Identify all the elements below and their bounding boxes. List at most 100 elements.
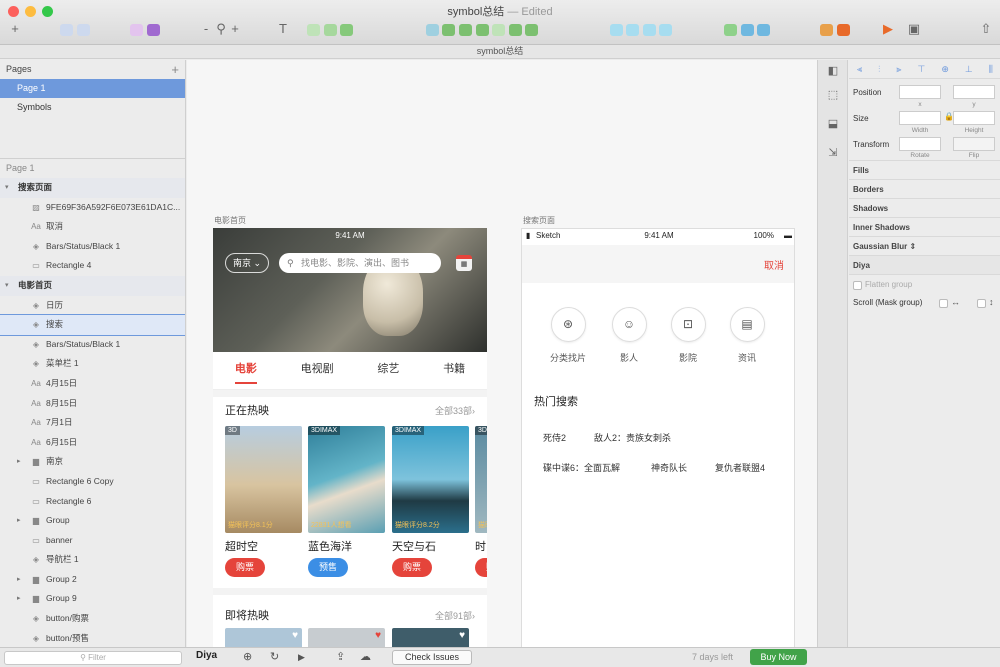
check-issues-button[interactable]: Check Issues [392,650,472,665]
artboard-label-search[interactable]: 搜索页面 [523,215,555,226]
disclosure-open-icon[interactable]: ▾ [5,178,9,198]
align-center-icon[interactable]: ⫶ [878,64,880,75]
play-icon[interactable]: ▶ [298,652,305,663]
flatten-group-checkbox[interactable] [853,281,862,290]
layer-group-row[interactable]: ▾ 搜索页面 [0,178,185,198]
artboard-label-home[interactable]: 电影首页 [214,215,246,226]
hot-keyword[interactable]: 复仇者联盟4 [715,461,765,474]
layer-row[interactable]: ◈ button/购票 [0,609,185,629]
export-tools[interactable] [716,21,778,37]
shadows-section[interactable]: Shadows [849,199,1000,218]
prototype-icon[interactable]: ⬓ [824,115,842,133]
layer-row[interactable]: ▭ Rectangle 6 Copy [0,472,185,492]
movie-card[interactable]: 3DIMAX 22831人想看 蓝色海洋 预售 [308,426,385,577]
zoom-in-button[interactable]: + [231,21,239,37]
play-icon[interactable]: ▶ [880,21,896,37]
export-icon[interactable]: ⇪ [336,650,345,663]
city-selector[interactable]: 南京 ⌄ [225,253,269,273]
text-tool-button[interactable]: T [276,21,290,37]
heart-icon[interactable]: ♥ [459,630,465,641]
distribute-icon[interactable]: ⫼ [989,64,993,75]
rotate-input[interactable] [899,137,941,151]
add-circle-icon[interactable]: ⊕ [243,650,252,663]
movie-card[interactable]: 3D 猫眼评分8.1分 超时空 购票 [225,426,302,577]
layer-row[interactable]: ▭ Rectangle 4 [0,256,185,276]
symbol-button[interactable] [125,21,165,37]
coming-poster[interactable]: ♥ [225,628,302,647]
buy-ticket-button[interactable]: 购票 [225,558,265,577]
insert-button[interactable]: + [6,21,24,37]
hot-keyword[interactable]: 神奇队长 [651,461,687,474]
tab-variety[interactable]: 综艺 [377,352,399,390]
coming-soon-more-link[interactable]: 全部91部› [435,609,475,622]
tab-movie[interactable]: 电影 [234,352,257,390]
filter-input[interactable]: ⚲ Filter [4,651,182,665]
y-input[interactable] [953,85,995,99]
align-right-icon[interactable]: ⫸ [896,64,901,75]
tab-books[interactable]: 书籍 [443,352,465,390]
boolean-tools[interactable] [392,21,572,37]
x-input[interactable] [899,85,941,99]
add-page-button[interactable]: + [171,60,179,79]
layer-row[interactable]: Aa 取消 [0,217,185,237]
heart-icon[interactable]: ♥ [375,630,381,641]
category-film-finder[interactable]: ⊛ 分类找片 [542,307,594,364]
refresh-icon[interactable]: ↻ [270,650,279,663]
resize-icon[interactable]: ⬚ [824,86,842,104]
layer-row[interactable]: ◈ 搜索 [0,314,185,336]
align-middle-icon[interactable]: ⊕ [941,64,949,75]
borders-section[interactable]: Borders [849,180,1000,199]
disclosure-closed-icon[interactable]: ▸ [17,452,21,472]
layer-row[interactable]: ▭ banner [0,531,185,551]
align-left-icon[interactable]: ⫷ [857,64,862,75]
width-input[interactable] [899,111,941,125]
group-ungroup-button[interactable] [55,21,95,37]
buy-ticket-button[interactable]: 购票 [392,558,432,577]
layer-row[interactable]: ▸ ▆ Group 2 [0,570,185,590]
tab-tv[interactable]: 电视剧 [301,352,334,390]
hot-keyword[interactable]: 死侍2 [543,431,566,444]
layer-group-row[interactable]: ▾ 电影首页 [0,275,185,296]
style-tab-icon[interactable]: ◧ [824,62,842,80]
export-icon[interactable]: ⇲ [824,144,842,162]
hot-keyword[interactable]: 敌人2：贵族女刺杀 [594,431,671,444]
disclosure-closed-icon[interactable]: ▸ [17,570,21,590]
arrange-tools[interactable] [596,21,686,37]
height-input[interactable] [953,111,995,125]
page-item-page1[interactable]: Page 1 [0,79,185,98]
layer-row[interactable]: ◈ button/预售 [0,629,185,647]
coming-poster[interactable]: ♥ [308,628,385,647]
search-input[interactable]: ⚲ 找电影、影院、演出、图书 [279,253,441,273]
view-menu-icon[interactable]: ▣ [903,21,925,37]
cloud-icon[interactable]: ☁ [360,650,371,663]
buy-ticket-button[interactable]: 购票 [475,558,487,577]
buy-now-button[interactable]: Buy Now [750,649,807,665]
page-item-symbols[interactable]: Symbols [0,98,185,117]
layer-row[interactable]: ▸ ▆ Group 9 [0,589,185,609]
scroll-vertical-checkbox[interactable] [977,299,986,308]
now-showing-more-link[interactable]: 全部33部› [435,404,475,417]
layer-row[interactable]: ▸ ▆ Group [0,511,185,531]
layer-row[interactable]: ◈ Bars/Status/Black 1 [0,335,185,355]
inner-shadows-section[interactable]: Inner Shadows [849,218,1000,237]
plugin-tools[interactable] [810,21,860,37]
layer-row[interactable]: ▨ 9FE69F36A592F6E073E61DA1C... [0,198,185,218]
calendar-icon[interactable]: ▦ [456,255,472,271]
category-cinema[interactable]: ⊡ 影院 [662,307,714,364]
heart-icon[interactable]: ♥ [292,630,298,641]
layer-row[interactable]: ▸ ▆ 南京 [0,452,185,472]
layer-row[interactable]: ◈ 菜单栏 1 [0,354,185,374]
layer-row[interactable]: ◈ 导航栏 1 [0,550,185,570]
disclosure-closed-icon[interactable]: ▸ [17,511,21,531]
document-tab[interactable]: symbol总结 [0,45,1000,59]
canvas[interactable]: 电影首页 搜索页面 9:41 AM 南京 ⌄ ⚲ 找电影、影院、演出、图书 ▦ 电… [187,60,817,647]
category-people[interactable]: ☺ 影人 [603,307,655,364]
align-bottom-icon[interactable]: ⊥ [965,64,973,75]
align-top-icon[interactable]: ⊤ [917,64,925,75]
layer-row[interactable]: ▭ Rectangle 6 [0,492,185,512]
coming-poster[interactable]: ♥ [392,628,469,647]
artboard-search[interactable]: ▮ Sketch 9:41 AM 100% ▬ 取消 ⊛ 分类找片 ☺ 影人 ⊡ 影院… [521,228,795,647]
movie-card[interactable]: 3DIMAX 猫眼评分8.2分 天空与石 购票 [392,426,469,577]
disclosure-closed-icon[interactable]: ▸ [17,589,21,609]
layer-row[interactable]: Aa 7月1日 [0,413,185,433]
